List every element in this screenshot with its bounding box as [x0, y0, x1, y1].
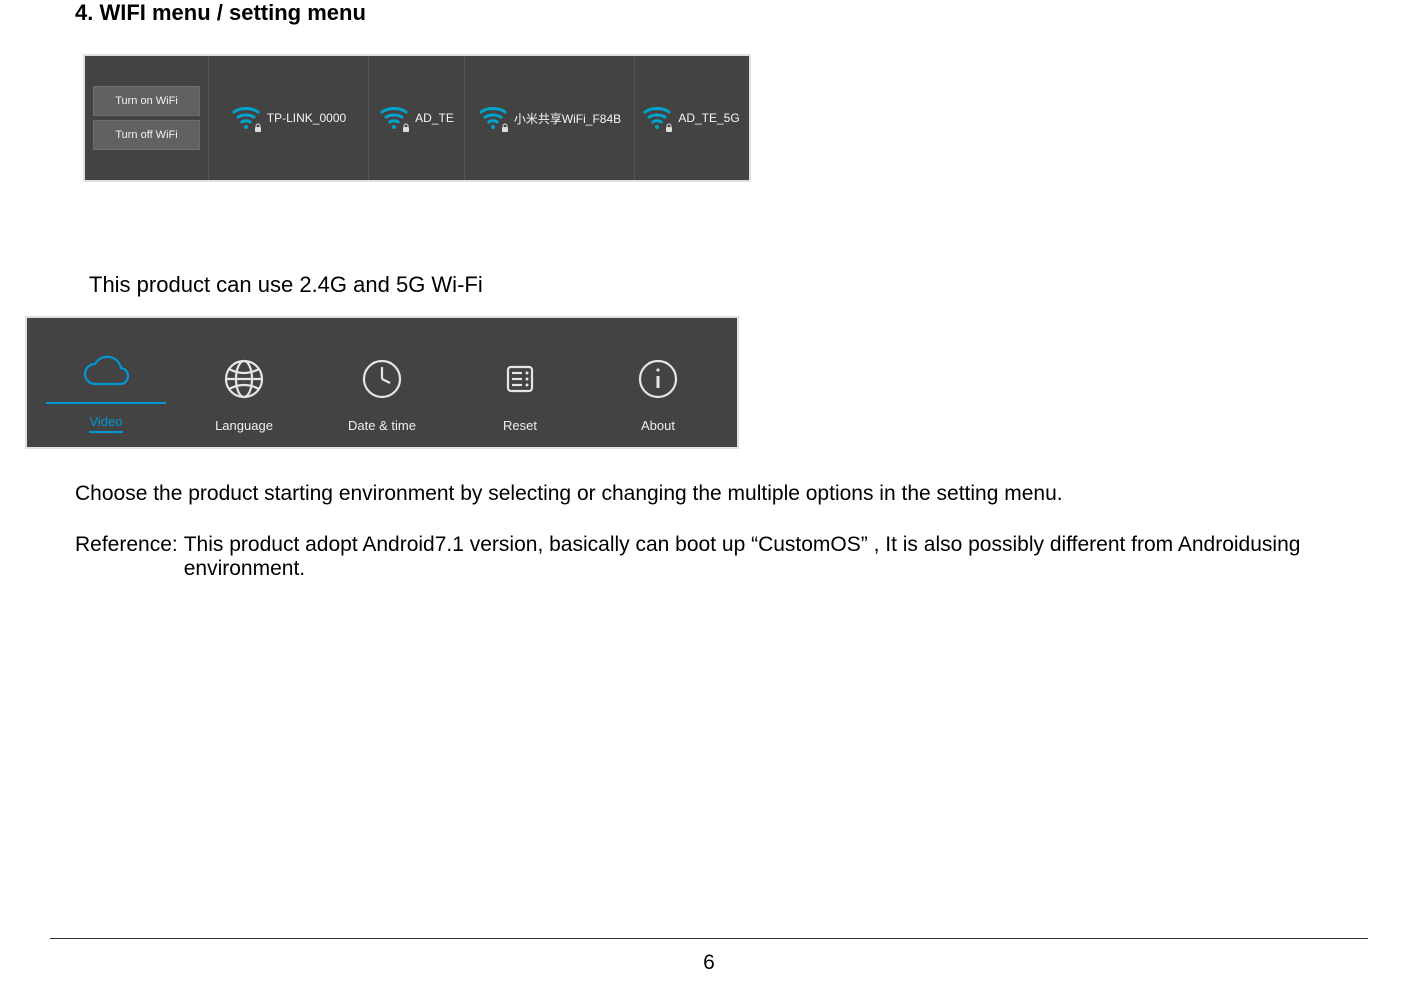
wifi-network-item[interactable]: AD_TE	[369, 56, 465, 180]
page-number: 6	[0, 951, 1418, 975]
settings-item-language[interactable]: Language	[184, 350, 304, 433]
settings-item-label: Reset	[503, 418, 537, 433]
lock-icon	[253, 123, 263, 133]
reference-label: Reference:	[75, 533, 178, 581]
reference-text: This product adopt Android7.1 version, b…	[178, 533, 1343, 581]
lock-icon	[401, 123, 411, 133]
wifi-network-item[interactable]: 小米共享WiFi_F84B	[465, 56, 635, 180]
settings-item-label: Video	[89, 414, 122, 433]
wifi-note-text: This product can use 2.4G and 5G Wi-Fi	[89, 272, 1343, 298]
globe-icon	[184, 350, 304, 408]
settings-item-label: About	[641, 418, 675, 433]
wifi-signal-icon	[379, 105, 409, 131]
wifi-ssid-label: AD_TE	[415, 111, 454, 125]
info-icon	[598, 350, 718, 408]
wifi-signal-icon	[478, 105, 508, 131]
reset-icon	[460, 350, 580, 408]
body-text: Choose the product starting environment …	[75, 479, 1343, 509]
wifi-signal-icon	[642, 105, 672, 131]
cloud-icon	[46, 346, 166, 404]
wifi-network-item[interactable]: TP-LINK_0000	[209, 56, 369, 180]
settings-item-label: Language	[215, 418, 273, 433]
turn-on-wifi-button[interactable]: Turn on WiFi	[93, 86, 200, 116]
settings-item-label: Date & time	[348, 418, 416, 433]
wifi-ssid-label: AD_TE_5G	[678, 111, 739, 125]
section-title: 4. WIFI menu / setting menu	[75, 0, 1343, 26]
reference-block: Reference: This product adopt Android7.1…	[75, 533, 1343, 581]
wifi-signal-icon	[231, 105, 261, 131]
wifi-ssid-label: 小米共享WiFi_F84B	[514, 110, 621, 127]
settings-item-reset[interactable]: Reset	[460, 350, 580, 433]
footer-divider	[50, 938, 1368, 939]
settings-item-datetime[interactable]: Date & time	[322, 350, 442, 433]
lock-icon	[500, 123, 510, 133]
turn-off-wifi-button[interactable]: Turn off WiFi	[93, 120, 200, 150]
wifi-network-item[interactable]: AD_TE_5G	[635, 56, 747, 180]
wifi-toggle-column: Turn on WiFi Turn off WiFi	[85, 56, 209, 180]
lock-icon	[664, 123, 674, 133]
wifi-menu-panel: Turn on WiFi Turn off WiFi TP-LINK_0000	[83, 54, 751, 182]
clock-icon	[322, 350, 442, 408]
settings-item-about[interactable]: About	[598, 350, 718, 433]
wifi-ssid-label: TP-LINK_0000	[267, 111, 346, 125]
settings-item-video[interactable]: Video	[46, 346, 166, 433]
settings-menu-panel: Video Language	[25, 316, 739, 449]
